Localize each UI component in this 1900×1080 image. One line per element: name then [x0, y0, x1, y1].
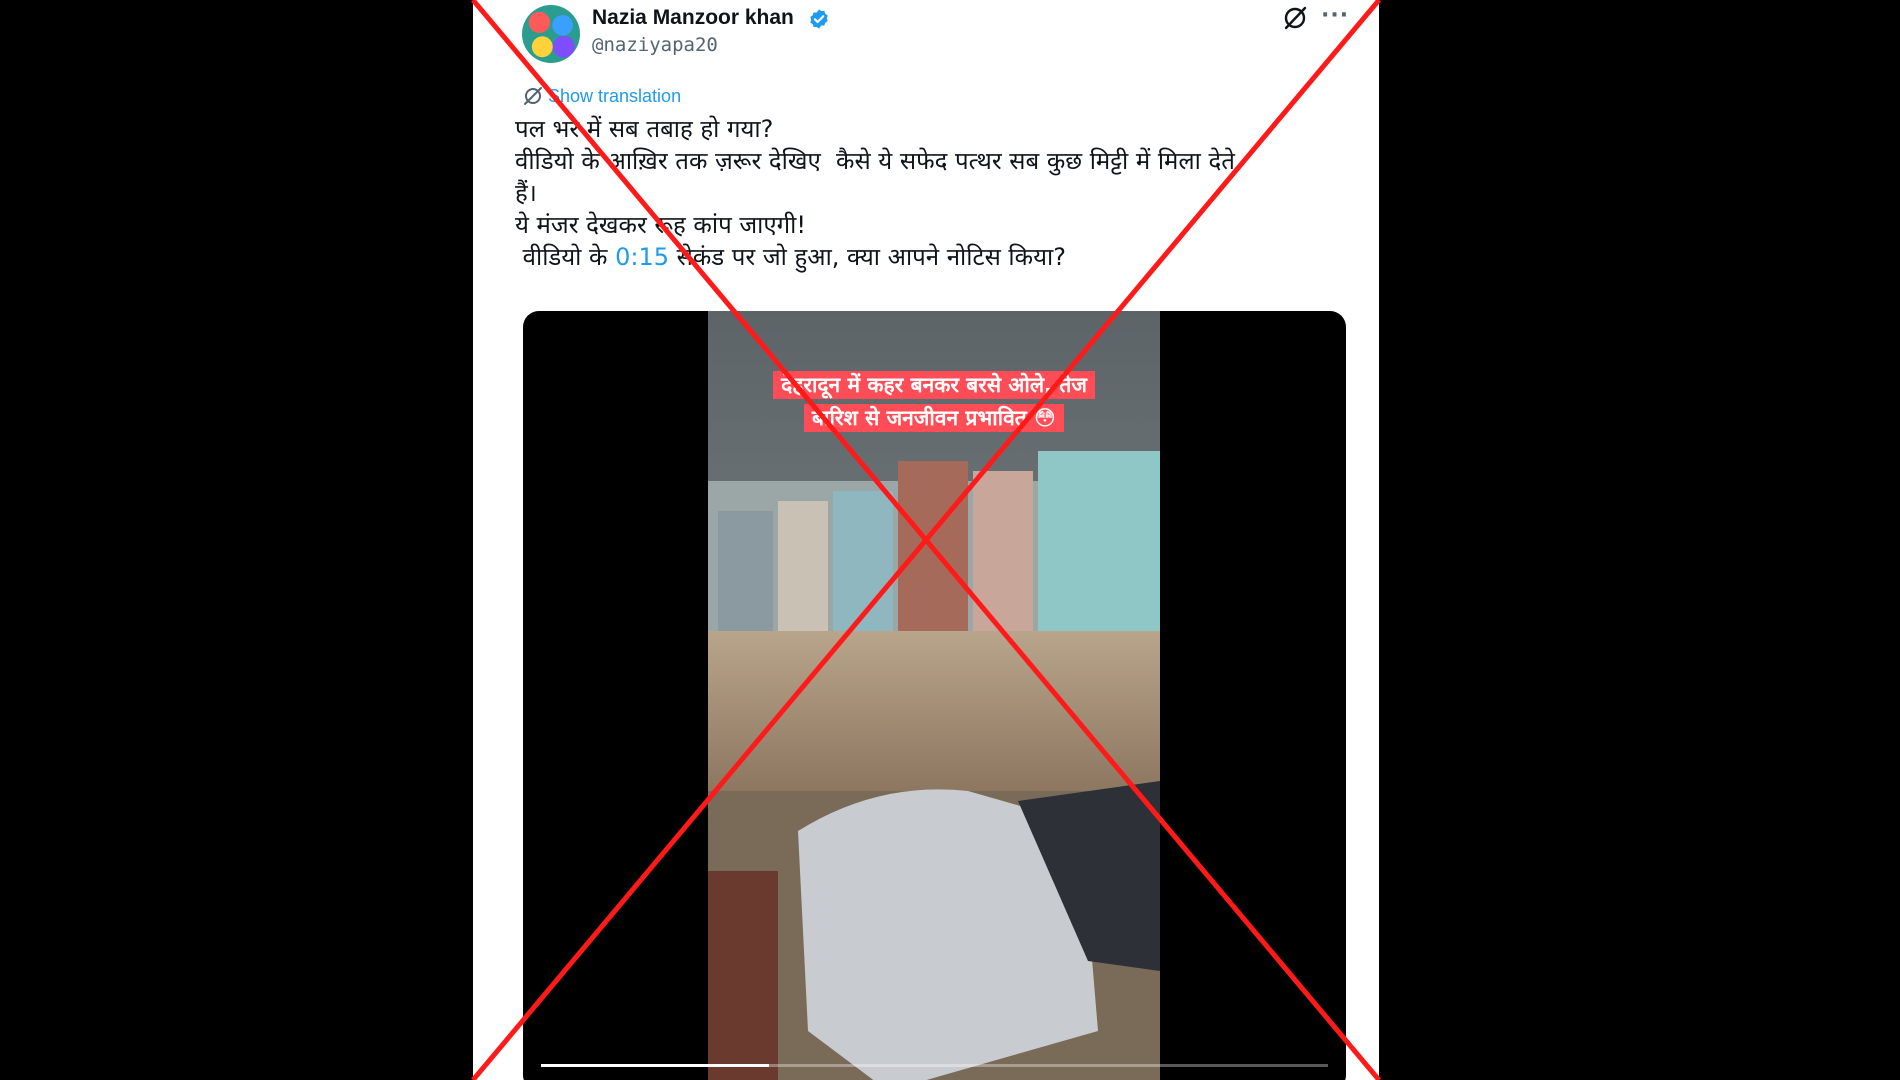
translate-icon: [524, 87, 542, 105]
tweet-body: पल भर में सब तबाह हो गया? वीडियो के आख़िर…: [515, 113, 1345, 273]
video-frame: देहरादून में कहर बनकर बरसे ओले, तेज बारि…: [708, 311, 1160, 1080]
verified-badge-icon: [810, 9, 828, 29]
timestamp-link[interactable]: 0:15: [615, 243, 669, 271]
video-player[interactable]: देहरादून में कहर बनकर बरसे ओले, तेज बारि…: [523, 311, 1346, 1080]
tweet-line: हैं।: [515, 179, 537, 207]
author-handle[interactable]: @naziyapa20: [592, 34, 718, 56]
tweet-text-segment: सेकंड पर जो हुआ, क्या आपने नोटिस किया?: [669, 243, 1066, 271]
tweet-text-segment: वीडियो के: [515, 243, 616, 271]
author-name[interactable]: Nazia Manzoor khan: [592, 6, 794, 30]
tweet-line: वीडियो के आख़िर तक ज़रूर देखिए कैसे ये स…: [515, 147, 1235, 175]
tweet-line: ये मंजर देखकर रूह कांप जाएगी!: [515, 211, 806, 239]
show-translation-link[interactable]: Show translation: [522, 85, 681, 107]
video-progress-fill: [541, 1064, 770, 1067]
video-progress-bar[interactable]: [541, 1064, 1328, 1067]
video-caption-line: देहरादून में कहर बनकर बरसे ओले, तेज: [773, 371, 1095, 399]
tweet-card: Nazia Manzoor khan @naziyapa20 ··· Show …: [473, 0, 1379, 1080]
video-caption: देहरादून में कहर बनकर बरसे ओले, तेज बारि…: [728, 369, 1140, 435]
video-caption-line: बारिश से जनजीवन प्रभावित 😳: [804, 404, 1064, 432]
tweet-line: पल भर में सब तबाह हो गया?: [515, 115, 774, 143]
more-options-icon[interactable]: ···: [1321, 3, 1349, 28]
author-avatar[interactable]: [522, 5, 580, 63]
show-translation-label: Show translation: [548, 85, 682, 106]
grok-icon[interactable]: [1281, 4, 1309, 32]
tweet-line-last: वीडियो के 0:15 सेकंड पर जो हुआ, क्या आपन…: [515, 241, 1345, 273]
